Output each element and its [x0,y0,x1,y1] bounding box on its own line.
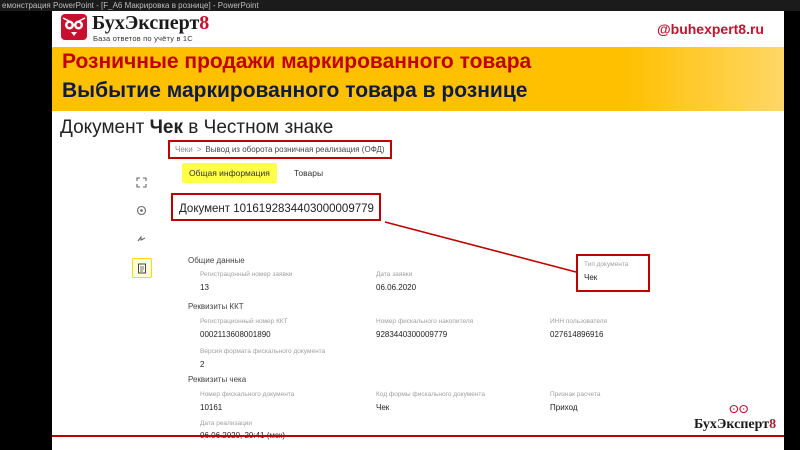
banner-line-2: Выбытие маркированного товара в рознице [62,79,528,102]
inn-value: 027614896916 [550,330,604,339]
tab-goods[interactable]: Товары [287,163,330,183]
breadcrumb-item-receipts[interactable]: Чеки [175,145,193,154]
breadcrumb-separator: > [196,145,202,154]
fn-value: 9283440300009779 [376,330,448,339]
watermark-name: БухЭксперт [694,417,770,432]
payment-sign-value: Приход [550,403,578,412]
format-label: Версия формата фискального документа [200,348,326,355]
app-screenshot: Чеки > Вывод из оборота розничная реализац… [122,139,772,440]
site-link: @buhexpert8.ru [656,21,764,37]
reg-number-value: 13 [200,283,209,292]
tab-general-info[interactable]: Общая информация [182,163,277,183]
watermark-owl-icon: ⵙⵙ [729,404,749,416]
gear-icon[interactable] [132,201,150,219]
fd-label: Номер фискального документа [200,391,295,398]
tab-bar: Общая информация Товары [182,163,340,183]
reg-kkt-label: Регистрационный номер ККТ [200,318,288,325]
fullscreen-icon[interactable] [132,173,150,191]
watermark: ⵙⵙ БухЭксперт8 [694,403,777,443]
format-value: 2 [200,360,205,369]
payment-sign-label: Признак расчета [550,391,601,398]
date-label: Дата заявки [376,271,413,278]
doc-type-box: Тип документа Чек [576,254,650,292]
document-content: Чеки > Вывод из оборота розничная реализац… [166,139,772,440]
subtitle-bold: Чек [149,117,184,138]
form-code-value: Чек [376,403,390,412]
section-receipt-heading: Реквизиты чека [188,375,247,384]
left-nav [122,139,166,439]
subtitle-suffix: в Честном знаке [183,117,334,138]
banner-line-1: Розничные продажи маркированного товара [62,50,532,73]
bottom-divider [52,435,784,437]
window-title: емонстрация PowerPoint - [F_A6 Макрировк… [0,0,800,11]
sale-date-label: Дата реализации [200,420,253,427]
breadcrumb-item-current: Вывод из оборота розничная реализация (О… [205,145,385,154]
form-code-label: Код формы фискального документа [376,391,485,398]
doc-type-label: Тип документа [584,261,629,268]
logo-owl-icon [61,14,87,40]
doc-type-value: Чек [584,273,598,282]
date-value: 06.06.2020 [376,283,417,292]
logo: БухЭксперт8 База ответов по учёту в 1С [60,12,209,43]
title-banner: Розничные продажи маркированного товара … [52,47,784,111]
slide: БухЭксперт8 База ответов по учёту в 1С @… [52,11,784,450]
document-title: Документ 1016192834403000009779 [171,193,381,221]
inn-label: ИНН пользователя [550,318,608,325]
watermark-digit: 8 [769,417,777,432]
breadcrumb: Чеки > Вывод из оборота розничная реализац… [168,140,392,159]
subtitle-prefix: Документ [60,117,150,138]
fd-value: 10161 [200,403,223,412]
logo-tagline: База ответов по учёту в 1С [93,34,193,43]
slide-subtitle: Документ Чек в Честном знаке [60,117,333,139]
fn-label: Номер фискального накопителя [376,318,474,325]
logo-digit: 8 [199,12,210,34]
reg-kkt-value: 0002113608001890 [200,330,271,339]
sync-icon[interactable] [132,230,150,248]
logo-name: БухЭксперт [92,12,200,34]
section-kkt-heading: Реквизиты ККТ [188,302,244,311]
reg-number-label: Регистрацонный номер заявки [200,271,293,278]
section-general-heading: Общие данные [188,256,245,265]
document-icon[interactable] [132,258,152,278]
